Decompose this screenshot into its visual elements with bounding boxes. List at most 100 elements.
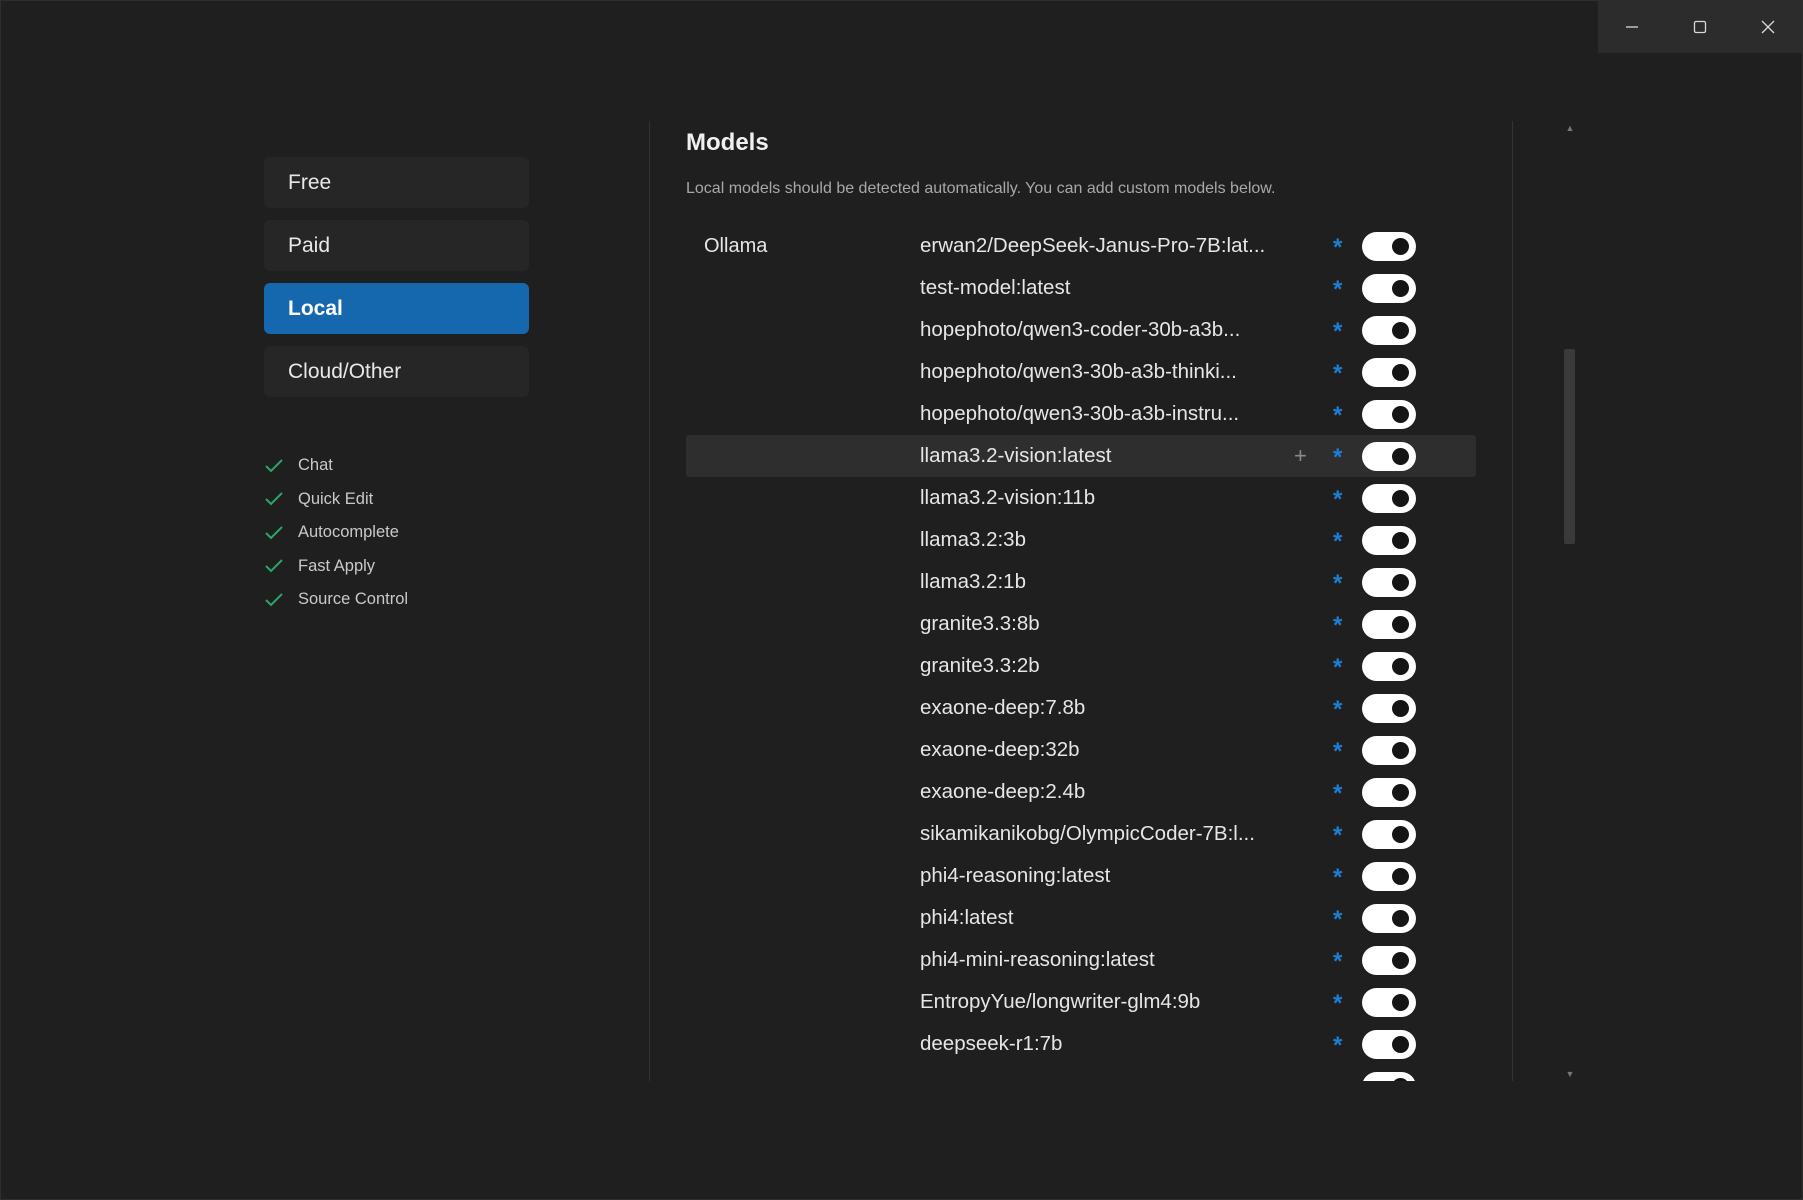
asterisk-icon[interactable]: * xyxy=(1333,696,1342,724)
model-toggle[interactable] xyxy=(1362,988,1416,1017)
model-row[interactable]: test-model:latest * xyxy=(686,267,1476,309)
toggle-knob xyxy=(1392,490,1409,507)
toggle-knob xyxy=(1392,868,1409,885)
toggle-knob xyxy=(1392,322,1409,339)
model-name: exaone-deep:2.4b xyxy=(920,780,1086,803)
model-row[interactable]: llama3.2-vision:latest + * xyxy=(686,435,1476,477)
minimize-button[interactable] xyxy=(1598,1,1666,53)
category-local-button[interactable]: Local xyxy=(264,283,529,334)
asterisk-icon[interactable]: * xyxy=(1333,318,1342,346)
model-row[interactable]: granite3.3:8b * xyxy=(686,603,1476,645)
window-controls xyxy=(1598,1,1802,53)
model-toggle[interactable] xyxy=(1362,610,1416,639)
asterisk-icon[interactable]: * xyxy=(1333,276,1342,304)
model-name: erwan2/DeepSeek-Janus-Pro-7B:lat... xyxy=(920,234,1266,257)
model-toggle[interactable] xyxy=(1362,694,1416,723)
model-toggle[interactable] xyxy=(1362,400,1416,429)
model-toggle[interactable] xyxy=(1362,904,1416,933)
model-toggle[interactable] xyxy=(1362,736,1416,765)
asterisk-icon[interactable]: * xyxy=(1333,486,1342,514)
model-name: phi4:latest xyxy=(920,906,1014,929)
toggle-knob xyxy=(1392,784,1409,801)
feature-label: Fast Apply xyxy=(298,556,376,575)
asterisk-icon[interactable]: * xyxy=(1333,444,1342,472)
model-row[interactable]: hopephoto/qwen3-coder-30b-a3b... * xyxy=(686,309,1476,351)
asterisk-icon[interactable]: * xyxy=(1333,906,1342,934)
model-row[interactable]: llama3.2:1b * xyxy=(686,561,1476,603)
toggle-knob xyxy=(1392,532,1409,549)
feature-item: Autocomplete xyxy=(264,516,529,550)
maximize-icon xyxy=(1693,20,1707,34)
model-row[interactable]: deepseek-r1:7b * xyxy=(686,1023,1476,1065)
asterisk-icon[interactable]: * xyxy=(1333,654,1342,682)
toggle-knob xyxy=(1392,826,1409,843)
model-toggle[interactable] xyxy=(1362,862,1416,891)
asterisk-icon[interactable]: * xyxy=(1333,360,1342,388)
feature-item: Chat xyxy=(264,449,529,483)
model-toggle[interactable] xyxy=(1362,652,1416,681)
model-toggle[interactable] xyxy=(1362,568,1416,597)
model-row[interactable]: llama3.2-vision:11b * xyxy=(686,477,1476,519)
model-row[interactable]: hopephoto/qwen3-30b-a3b-instru... * xyxy=(686,393,1476,435)
close-button[interactable] xyxy=(1734,1,1802,53)
model-toggle[interactable] xyxy=(1362,778,1416,807)
model-toggle[interactable] xyxy=(1362,442,1416,471)
asterisk-icon[interactable]: * xyxy=(1333,822,1342,850)
model-row[interactable]: llama3.2:3b * xyxy=(686,519,1476,561)
asterisk-icon[interactable]: * xyxy=(1333,528,1342,556)
asterisk-icon[interactable]: * xyxy=(1333,780,1342,808)
model-row[interactable]: EntropyYue/longwriter-glm4:9b * xyxy=(686,981,1476,1023)
scroll-up-arrow-icon[interactable]: ▲ xyxy=(1563,121,1577,135)
asterisk-icon[interactable]: * xyxy=(1333,990,1342,1018)
model-row[interactable]: erwan2/DeepSeek-Janus-Pro-7B:lat... * xyxy=(686,225,1476,267)
model-row[interactable]: phi4-mini-reasoning:latest * xyxy=(686,939,1476,981)
model-row[interactable]: exaone-deep:2.4b * xyxy=(686,771,1476,813)
feature-item: Quick Edit xyxy=(264,483,529,517)
models-subtitle: Local models should be detected automati… xyxy=(686,180,1276,197)
models-list: Ollama erwan2/DeepSeek-Janus-Pro-7B:lat.… xyxy=(686,225,1511,1081)
maximize-button[interactable] xyxy=(1666,1,1734,53)
model-toggle[interactable] xyxy=(1362,358,1416,387)
model-row[interactable]: hopephoto/qwen3-30b-a3b-thinki... * xyxy=(686,351,1476,393)
asterisk-icon[interactable]: * xyxy=(1333,1032,1342,1060)
asterisk-icon[interactable]: * xyxy=(1333,234,1342,262)
asterisk-icon[interactable]: * xyxy=(1333,402,1342,430)
category-sidebar: Free Paid Local Cloud/Other Chat Quick Ed… xyxy=(264,157,529,617)
model-toggle[interactable] xyxy=(1362,526,1416,555)
model-row[interactable]: phi4-reasoning:latest * xyxy=(686,855,1476,897)
model-name: llama3.2:1b xyxy=(920,570,1026,593)
model-toggle[interactable] xyxy=(1362,274,1416,303)
category-paid-button[interactable]: Paid xyxy=(264,220,529,271)
category-free-button[interactable]: Free xyxy=(264,157,529,208)
model-toggle[interactable] xyxy=(1362,1072,1416,1081)
model-toggle[interactable] xyxy=(1362,820,1416,849)
scrollbar[interactable]: ▲ ▼ xyxy=(1563,121,1577,1081)
model-name: exaone-deep:7.8b xyxy=(920,696,1086,719)
model-row[interactable]: exaone-deep:7.8b * xyxy=(686,687,1476,729)
model-row[interactable]: granite3.3:2b * xyxy=(686,645,1476,687)
category-cloud-other-button[interactable]: Cloud/Other xyxy=(264,346,529,397)
asterisk-icon[interactable]: * xyxy=(1333,738,1342,766)
add-icon[interactable]: + xyxy=(1294,443,1307,469)
asterisk-icon[interactable]: * xyxy=(1333,948,1342,976)
model-toggle[interactable] xyxy=(1362,1030,1416,1059)
asterisk-icon[interactable]: * xyxy=(1333,570,1342,598)
model-name: llama3.2-vision:latest xyxy=(920,444,1112,467)
feature-label: Autocomplete xyxy=(298,523,399,542)
model-toggle[interactable] xyxy=(1362,316,1416,345)
scroll-down-arrow-icon[interactable]: ▼ xyxy=(1563,1067,1577,1081)
asterisk-icon[interactable]: * xyxy=(1333,612,1342,640)
model-toggle[interactable] xyxy=(1362,484,1416,513)
model-row[interactable]: sikamikanikobg/OlympicCoder-7B:l... * xyxy=(686,813,1476,855)
model-row[interactable] xyxy=(686,1065,1476,1081)
model-toggle[interactable] xyxy=(1362,946,1416,975)
toggle-knob xyxy=(1392,994,1409,1011)
model-name: hopephoto/qwen3-30b-a3b-thinki... xyxy=(920,360,1237,383)
toggle-knob xyxy=(1392,364,1409,381)
scroll-thumb[interactable] xyxy=(1564,349,1575,544)
asterisk-icon[interactable]: * xyxy=(1333,864,1342,892)
model-row[interactable]: exaone-deep:32b * xyxy=(686,729,1476,771)
model-row[interactable]: phi4:latest * xyxy=(686,897,1476,939)
minimize-icon xyxy=(1626,26,1638,28)
model-toggle[interactable] xyxy=(1362,232,1416,261)
